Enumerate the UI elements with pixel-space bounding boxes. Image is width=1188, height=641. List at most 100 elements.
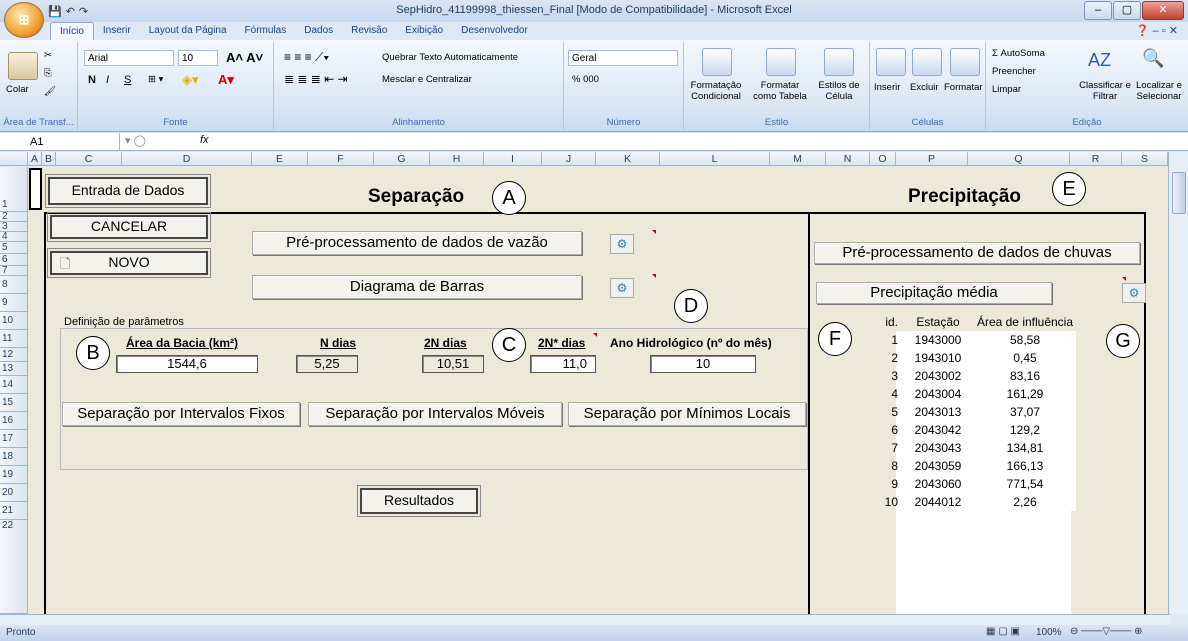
col-header-d[interactable]: D <box>122 152 252 166</box>
cut-icon[interactable]: ✂ <box>44 50 52 61</box>
paste-label[interactable]: Colar <box>6 84 29 95</box>
row-header-20[interactable]: 20 <box>0 484 28 502</box>
col-header-l[interactable]: L <box>660 152 770 166</box>
row-header-9[interactable]: 9 <box>0 294 28 312</box>
tab-layout[interactable]: Layout da Página <box>140 22 236 40</box>
insert-cells-icon[interactable] <box>876 48 906 76</box>
row-header-19[interactable]: 19 <box>0 466 28 484</box>
intervalos-fixos-button[interactable]: Separação por Intervalos Fixos <box>62 402 300 426</box>
col-header-j[interactable]: J <box>542 152 596 166</box>
borders-icon[interactable]: ⊞ ▾ <box>148 74 163 85</box>
sort-filter-icon[interactable]: AZ <box>1088 50 1111 71</box>
format-table-icon[interactable] <box>766 48 796 76</box>
wrap-text-button[interactable]: Quebrar Texto Automaticamente <box>382 52 518 63</box>
tab-inserir[interactable]: Inserir <box>94 22 140 40</box>
help-icon[interactable]: ❓ – ▫ ✕ <box>1136 24 1178 37</box>
insert-button[interactable]: Inserir <box>874 82 900 93</box>
conditional-format-button[interactable]: Formatação Condicional <box>686 80 746 102</box>
col-header-e[interactable]: E <box>252 152 308 166</box>
sort-filter-button[interactable]: Classificar e Filtrar <box>1078 80 1132 102</box>
col-header-h[interactable]: H <box>430 152 484 166</box>
font-color-icon[interactable]: A▾ <box>218 72 234 88</box>
selected-cell-a1[interactable] <box>29 168 42 210</box>
intervalos-moveis-button[interactable]: Separação por Intervalos Móveis <box>308 402 562 426</box>
delete-button[interactable]: Excluir <box>910 82 939 93</box>
cell-styles-button[interactable]: Estilos de Célula <box>812 80 866 102</box>
precipitacao-media-button[interactable]: Precipitação média <box>816 282 1052 304</box>
cancelar-button[interactable]: CANCELAR <box>47 212 211 242</box>
entrada-dados-button[interactable]: Entrada de Dados <box>45 174 211 208</box>
run-macro-icon[interactable]: ⚙ <box>610 278 634 298</box>
2n-star-dias-input[interactable]: 11,0 <box>530 355 596 373</box>
col-header-o[interactable]: O <box>870 152 896 166</box>
fill-button[interactable]: Preencher <box>992 66 1036 77</box>
row-header-15[interactable]: 15 <box>0 394 28 412</box>
minimos-locais-button[interactable]: Separação por Mínimos Locais <box>568 402 806 426</box>
merge-center-button[interactable]: Mesclar e Centralizar <box>382 74 472 85</box>
fx-icon[interactable]: fx <box>200 134 209 146</box>
align-top-icon[interactable]: ≡ ≡ ≡ ⟋▾ <box>284 50 329 65</box>
percent-icon[interactable]: % 000 <box>572 74 599 85</box>
format-painter-icon[interactable]: 🖌 <box>44 86 56 97</box>
view-buttons[interactable]: ▦ ▢ ▣ <box>986 626 1020 637</box>
zoom-slider[interactable]: ⊖ ───▽─── ⊕ <box>1070 626 1143 637</box>
number-format-select[interactable]: Geral <box>568 50 678 66</box>
fill-color-icon[interactable]: ◈▾ <box>182 72 199 88</box>
italic-button[interactable]: I <box>106 74 109 86</box>
bold-button[interactable]: N <box>88 74 96 86</box>
format-cells-icon[interactable] <box>950 48 980 76</box>
tab-inicio[interactable]: Início <box>50 22 94 41</box>
clear-button[interactable]: Limpar <box>992 84 1021 95</box>
run-macro-icon[interactable]: ⚙ <box>1122 283 1146 303</box>
row-header-22[interactable]: 22 <box>0 520 28 614</box>
row-header-17[interactable]: 17 <box>0 430 28 448</box>
vertical-scrollbar[interactable] <box>1168 152 1188 614</box>
row-header-1[interactable]: 1 <box>0 167 28 212</box>
preproc-chuvas-button[interactable]: Pré-processamento de dados de chuvas <box>814 242 1140 264</box>
formula-input[interactable] <box>222 134 1162 150</box>
zoom-level[interactable]: 100% <box>1036 627 1062 638</box>
align-left-icon[interactable]: ≣ ≣ ≣ ⇤ ⇥ <box>284 72 348 86</box>
tab-exibicao[interactable]: Exibição <box>396 22 452 40</box>
col-header-i[interactable]: I <box>484 152 542 166</box>
row-header-21[interactable]: 21 <box>0 502 28 520</box>
name-box[interactable]: A1 <box>0 133 120 151</box>
diagrama-barras-button[interactable]: Diagrama de Barras <box>252 275 582 299</box>
copy-icon[interactable]: ⎘ <box>44 68 52 79</box>
minimize-button[interactable]: – <box>1084 1 1112 20</box>
col-header-m[interactable]: M <box>770 152 826 166</box>
autosum-button[interactable]: Σ AutoSoma <box>992 48 1045 59</box>
col-header-b[interactable]: B <box>42 152 56 166</box>
col-header-k[interactable]: K <box>596 152 660 166</box>
col-header-p[interactable]: P <box>896 152 968 166</box>
row-header-4[interactable]: 4 <box>0 232 28 242</box>
font-size-select[interactable]: 10 <box>178 50 218 66</box>
find-select-button[interactable]: Localizar e Selecionar <box>1132 80 1186 102</box>
row-header-16[interactable]: 16 <box>0 412 28 430</box>
ano-hidrologico-input[interactable]: 10 <box>650 355 756 373</box>
col-header-s[interactable]: S <box>1122 152 1168 166</box>
col-header-g[interactable]: G <box>374 152 430 166</box>
row-header-18[interactable]: 18 <box>0 448 28 466</box>
format-button[interactable]: Formatar <box>944 82 983 93</box>
row-header-7[interactable]: 7 <box>0 266 28 276</box>
area-input[interactable]: 1544,6 <box>116 355 258 373</box>
grow-font-icon[interactable]: A˄ A˅ <box>226 50 263 65</box>
row-header-14[interactable]: 14 <box>0 376 28 394</box>
close-button[interactable]: ✕ <box>1142 1 1184 20</box>
horizontal-scrollbar[interactable] <box>0 614 1170 625</box>
tab-dados[interactable]: Dados <box>295 22 342 40</box>
conditional-format-icon[interactable] <box>702 48 732 76</box>
resultados-button[interactable]: Resultados <box>357 485 481 517</box>
font-name-select[interactable]: Arial <box>84 50 174 66</box>
find-icon[interactable]: 🔍 <box>1142 48 1164 69</box>
cancel-formula-icon[interactable]: ▾ ◯ <box>125 134 146 147</box>
col-header-f[interactable]: F <box>308 152 374 166</box>
row-header-11[interactable]: 11 <box>0 330 28 348</box>
paste-icon[interactable] <box>8 52 38 80</box>
preproc-vazao-button[interactable]: Pré-processamento de dados de vazão <box>252 231 582 255</box>
run-macro-icon[interactable]: ⚙ <box>610 234 634 254</box>
col-header-q[interactable]: Q <box>968 152 1070 166</box>
cell-styles-icon[interactable] <box>824 48 854 76</box>
tab-desenvolvedor[interactable]: Desenvolvedor <box>452 22 537 40</box>
